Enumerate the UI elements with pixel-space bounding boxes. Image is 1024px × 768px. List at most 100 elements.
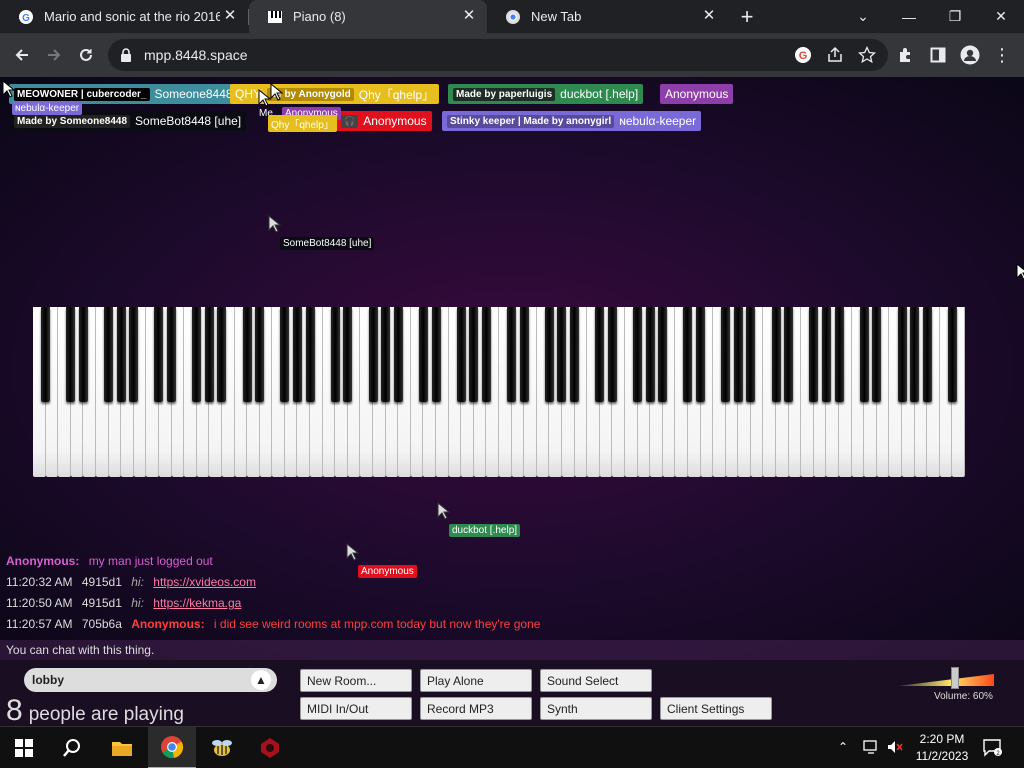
black-key[interactable] bbox=[431, 307, 441, 402]
reload-icon[interactable] bbox=[72, 41, 100, 69]
black-key[interactable] bbox=[809, 307, 819, 402]
black-key[interactable] bbox=[570, 307, 580, 402]
forward-icon[interactable] bbox=[40, 41, 68, 69]
black-key[interactable] bbox=[922, 307, 932, 402]
record-mp3-button[interactable]: Record MP3 bbox=[420, 697, 532, 720]
address-bar[interactable]: mpp.8448.space G bbox=[108, 39, 888, 71]
black-key[interactable] bbox=[834, 307, 844, 402]
black-key[interactable] bbox=[292, 307, 302, 402]
client-settings-button[interactable]: Client Settings bbox=[660, 697, 772, 720]
black-key[interactable] bbox=[204, 307, 214, 402]
app-bee-icon[interactable] bbox=[198, 727, 246, 768]
close-window-button[interactable]: ✕ bbox=[978, 0, 1024, 33]
tab-search-icon[interactable]: ⌄ bbox=[840, 0, 886, 33]
volume-knob[interactable] bbox=[950, 667, 959, 689]
profile-icon[interactable] bbox=[956, 41, 984, 69]
black-key[interactable] bbox=[116, 307, 126, 402]
black-key[interactable] bbox=[821, 307, 831, 402]
chat-link[interactable]: https://kekma.ga bbox=[153, 596, 241, 610]
black-key[interactable] bbox=[633, 307, 643, 402]
participant-duckbot[interactable]: Made by paperluigis duckbot [.help] bbox=[448, 84, 644, 104]
app-red-icon[interactable] bbox=[246, 727, 294, 768]
black-key[interactable] bbox=[129, 307, 139, 402]
black-key[interactable] bbox=[280, 307, 290, 402]
participant-anonymous-red[interactable]: 🎧 Anonymous bbox=[336, 111, 432, 131]
black-key[interactable] bbox=[255, 307, 265, 402]
black-key[interactable] bbox=[167, 307, 177, 402]
black-key[interactable] bbox=[368, 307, 378, 402]
black-key[interactable] bbox=[607, 307, 617, 402]
black-key[interactable] bbox=[217, 307, 227, 402]
extensions-icon[interactable] bbox=[892, 41, 920, 69]
chrome-taskbar-icon[interactable] bbox=[148, 727, 196, 768]
participant-nebula-keeper[interactable]: Stinky keeper | Made by anonygirl ɴebulα… bbox=[442, 111, 702, 131]
tab-new-tab[interactable]: New Tab ✕ bbox=[487, 0, 727, 33]
chevron-up-icon[interactable]: ⌃ bbox=[838, 740, 848, 754]
play-alone-button[interactable]: Play Alone bbox=[420, 669, 532, 692]
volume-slider[interactable]: Volume: 60% bbox=[898, 666, 994, 706]
side-panel-icon[interactable] bbox=[924, 41, 952, 69]
black-key[interactable] bbox=[733, 307, 743, 402]
start-button[interactable] bbox=[0, 727, 48, 768]
room-selector[interactable]: lobby ▲ bbox=[24, 668, 277, 692]
black-key[interactable] bbox=[418, 307, 428, 402]
black-key[interactable] bbox=[154, 307, 164, 402]
network-icon[interactable] bbox=[862, 739, 880, 760]
black-key[interactable] bbox=[393, 307, 403, 402]
black-key[interactable] bbox=[66, 307, 76, 402]
minimize-button[interactable]: — bbox=[886, 0, 932, 33]
black-key[interactable] bbox=[78, 307, 88, 402]
bookmark-star-icon[interactable] bbox=[857, 45, 877, 69]
black-key[interactable] bbox=[381, 307, 391, 402]
black-key[interactable] bbox=[104, 307, 114, 402]
close-icon[interactable]: ✕ bbox=[461, 8, 477, 24]
lock-icon[interactable] bbox=[120, 48, 132, 62]
restore-button[interactable]: ❐ bbox=[932, 0, 978, 33]
black-key[interactable] bbox=[242, 307, 252, 402]
system-clock[interactable]: 2:20 PM 11/2/2023 bbox=[912, 731, 972, 765]
black-key[interactable] bbox=[721, 307, 731, 402]
volume-muted-icon[interactable] bbox=[886, 739, 904, 760]
back-icon[interactable] bbox=[8, 41, 36, 69]
synth-button[interactable]: Synth bbox=[540, 697, 652, 720]
chat-link[interactable]: https://xvideos.com bbox=[153, 575, 256, 589]
sound-select-button[interactable]: Sound Select bbox=[540, 669, 652, 692]
google-lens-icon[interactable]: G bbox=[794, 46, 812, 69]
black-key[interactable] bbox=[645, 307, 655, 402]
black-key[interactable] bbox=[595, 307, 605, 402]
black-key[interactable] bbox=[41, 307, 51, 402]
menu-icon[interactable]: ⋮ bbox=[988, 41, 1016, 69]
notification-icon[interactable]: 2 bbox=[982, 737, 1002, 762]
black-key[interactable] bbox=[481, 307, 491, 402]
tab-mario-search[interactable]: G Mario and sonic at the rio 2016 ... ✕ bbox=[0, 0, 248, 33]
midi-button[interactable]: MIDI In/Out bbox=[300, 697, 412, 720]
new-tab-button[interactable]: + bbox=[726, 0, 768, 33]
participant-qhy[interactable]: de by Anonygold Qhy「qhelp」 bbox=[262, 84, 440, 104]
chevron-up-icon[interactable]: ▲ bbox=[251, 670, 271, 690]
black-key[interactable] bbox=[872, 307, 882, 402]
black-key[interactable] bbox=[456, 307, 466, 402]
black-key[interactable] bbox=[897, 307, 907, 402]
tab-piano[interactable]: Piano (8) ✕ bbox=[249, 0, 487, 33]
black-key[interactable] bbox=[696, 307, 705, 402]
chat-input[interactable]: You can chat with this thing. bbox=[0, 640, 1024, 660]
close-icon[interactable]: ✕ bbox=[701, 8, 717, 24]
black-key[interactable] bbox=[343, 307, 353, 402]
black-key[interactable] bbox=[784, 307, 794, 402]
black-key[interactable] bbox=[544, 307, 554, 402]
black-key[interactable] bbox=[330, 307, 340, 402]
share-icon[interactable] bbox=[826, 46, 844, 69]
participant-someone8448[interactable]: MEOWONER | cubercoder_ Someone8448 bbox=[9, 84, 238, 104]
new-room-button[interactable]: New Room... bbox=[300, 669, 412, 692]
file-explorer-icon[interactable] bbox=[98, 727, 146, 768]
black-key[interactable] bbox=[192, 307, 202, 402]
black-key[interactable] bbox=[469, 307, 479, 402]
piano-keyboard[interactable] bbox=[33, 307, 965, 477]
black-key[interactable] bbox=[910, 307, 920, 402]
black-key[interactable] bbox=[507, 307, 517, 402]
participant-anonymous-purple[interactable]: Anonymous bbox=[660, 84, 734, 104]
black-key[interactable] bbox=[859, 307, 869, 402]
black-key[interactable] bbox=[519, 307, 529, 402]
search-icon[interactable] bbox=[48, 727, 96, 768]
black-key[interactable] bbox=[947, 307, 957, 402]
